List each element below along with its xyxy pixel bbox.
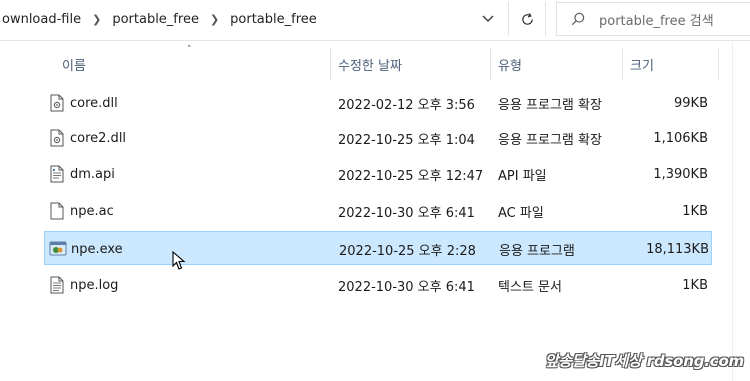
file-size: 1,106KB — [653, 130, 708, 146]
file-type: 응용 프로그램 확장 — [498, 97, 602, 113]
column-divider[interactable] — [622, 48, 623, 80]
file-name: core.dll — [70, 95, 118, 111]
refresh-button[interactable] — [508, 2, 546, 36]
file-type: 응용 프로그램 — [499, 243, 575, 259]
breadcrumb-chevron-icon[interactable]: ❯ — [210, 13, 219, 26]
text-file-icon — [48, 268, 66, 302]
breadcrumb-portable-free-parent[interactable]: portable_free — [110, 12, 201, 27]
column-header-size[interactable]: 크기 — [630, 48, 654, 80]
file-size: 18,113KB — [646, 241, 709, 257]
watermark: 앞송달송IT세상 rdsong.com — [544, 351, 745, 370]
search-icon — [571, 12, 585, 26]
file-name: npe.log — [70, 277, 119, 293]
file-type: AC 파일 — [498, 205, 544, 221]
address-bar[interactable]: ownload-file ❯ portable_free ❯ portable_… — [0, 2, 505, 36]
file-type: 응용 프로그램 확장 — [498, 132, 602, 148]
file-name: core2.dll — [70, 130, 127, 146]
address-toolbar: ownload-file ❯ portable_free ❯ portable_… — [0, 0, 750, 41]
address-history-dropdown-button[interactable] — [473, 4, 503, 34]
mouse-pointer-icon — [172, 251, 186, 270]
file-name: dm.api — [70, 166, 115, 182]
file-type: API 파일 — [498, 168, 547, 184]
column-divider[interactable] — [330, 48, 331, 80]
file-size: 99KB — [674, 95, 708, 111]
breadcrumb-portable-free-current[interactable]: portable_free — [228, 12, 319, 27]
file-date: 2022-10-25 오후 12:47 — [338, 168, 484, 184]
vertical-scroll-track[interactable] — [732, 42, 733, 381]
refresh-icon — [521, 12, 533, 25]
dll-file-icon — [48, 86, 66, 120]
file-date: 2022-10-25 오후 1:04 — [338, 132, 475, 148]
exe-file-icon — [49, 232, 67, 266]
file-row-dm-api[interactable]: dm.api 2022-10-25 오후 12:47 API 파일 1,390K… — [44, 157, 712, 191]
file-row-npe-ac[interactable]: npe.ac 2022-10-30 오후 6:41 AC 파일 1KB — [44, 194, 712, 228]
file-size: 1KB — [682, 203, 708, 219]
sort-ascending-icon: ˄ — [187, 45, 192, 55]
file-name: npe.exe — [71, 241, 123, 257]
chevron-down-icon — [482, 15, 494, 22]
api-file-icon — [48, 157, 66, 191]
column-divider[interactable] — [718, 48, 719, 80]
breadcrumb-chevron-icon[interactable]: ❯ — [92, 13, 101, 26]
file-size: 1KB — [682, 277, 708, 293]
column-header-row: ˄ 이름 수정한 날짜 유형 크기 — [40, 45, 720, 80]
file-row-npe-exe[interactable]: npe.exe 2022-10-25 오후 2:28 응용 프로그램 18,11… — [44, 231, 712, 265]
search-box[interactable]: portable_free 검색 — [556, 2, 750, 36]
file-name: npe.ac — [70, 203, 114, 219]
search-input[interactable]: portable_free 검색 — [599, 10, 714, 29]
breadcrumb-download-file[interactable]: ownload-file — [0, 12, 83, 27]
file-size: 1,390KB — [653, 166, 708, 182]
column-header-type[interactable]: 유형 — [498, 48, 522, 80]
file-date: 2022-10-25 오후 2:28 — [339, 243, 476, 259]
file-date: 2022-02-12 오후 3:56 — [338, 97, 475, 113]
column-header-name[interactable]: 이름 — [62, 48, 86, 80]
file-row-npe-log[interactable]: npe.log 2022-10-30 오후 6:41 텍스트 문서 1KB — [44, 268, 712, 302]
file-date: 2022-10-30 오후 6:41 — [338, 279, 475, 295]
dll-file-icon — [48, 121, 66, 155]
file-date: 2022-10-30 오후 6:41 — [338, 205, 475, 221]
column-divider[interactable] — [490, 48, 491, 80]
file-type: 텍스트 문서 — [498, 279, 562, 295]
file-row-core-dll[interactable]: core.dll 2022-02-12 오후 3:56 응용 프로그램 확장 9… — [44, 86, 712, 120]
file-row-core2-dll[interactable]: core2.dll 2022-10-25 오후 1:04 응용 프로그램 확장 … — [44, 121, 712, 155]
blank-file-icon — [48, 194, 66, 228]
column-header-date[interactable]: 수정한 날짜 — [338, 48, 402, 80]
